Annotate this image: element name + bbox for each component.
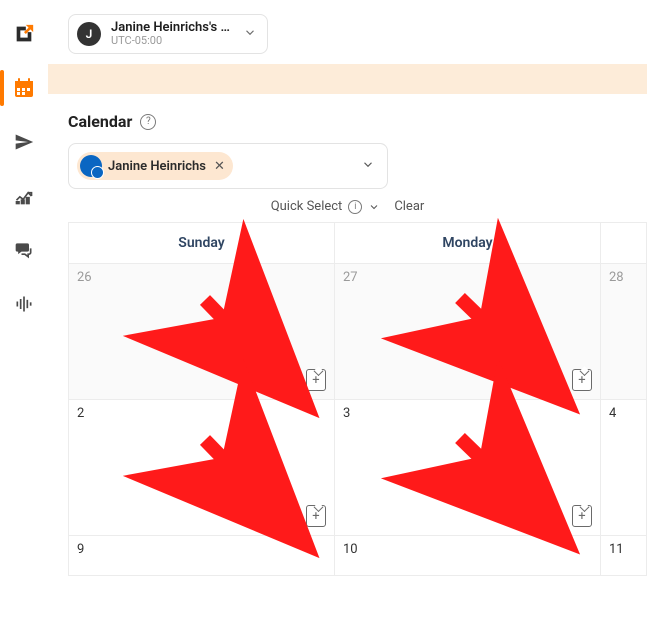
filter-selector[interactable]: Janine Heinrichs ✕	[68, 143, 388, 189]
calendar-cell[interactable]: 11	[601, 536, 647, 576]
account-name: Janine Heinrichs's …	[111, 21, 230, 35]
calendar-grid: Sunday Monday 26+27+282+3+491011	[68, 222, 647, 576]
day-number: 9	[77, 542, 84, 557]
page-header: Calendar ?	[48, 94, 647, 143]
calendar-cell[interactable]: 26 +	[69, 264, 335, 400]
help-icon[interactable]: ?	[140, 114, 156, 130]
add-post-button[interactable]: +	[572, 505, 592, 527]
day-number: 2	[77, 406, 84, 421]
sidebar-item-audio[interactable]	[6, 286, 42, 322]
day-number: 3	[343, 406, 350, 421]
sidebar-item-calendar[interactable]	[6, 70, 42, 106]
sidebar	[0, 0, 48, 628]
account-timezone: UTC-05:00	[111, 35, 230, 47]
person-name: Janine Heinrichs	[108, 159, 206, 174]
day-header-partial	[601, 223, 647, 264]
calendar-cell[interactable]: 27 +	[335, 264, 601, 400]
day-number: 11	[609, 542, 624, 557]
account-avatar: J	[77, 22, 101, 46]
topbar: J Janine Heinrichs's … UTC-05:00	[48, 0, 647, 64]
person-avatar	[80, 155, 102, 177]
sidebar-item-conversations[interactable]	[6, 232, 42, 268]
calendar-cell[interactable]: 10	[335, 536, 601, 576]
day-number: 28	[609, 270, 624, 285]
add-post-button[interactable]: +	[306, 369, 326, 391]
sidebar-item-send[interactable]	[6, 124, 42, 160]
chevron-down-icon	[368, 201, 380, 213]
remove-person-icon[interactable]: ✕	[214, 159, 225, 174]
day-header-monday: Monday	[335, 223, 601, 264]
day-header-sunday: Sunday	[69, 223, 335, 264]
calendar-cell[interactable]: 4	[601, 400, 647, 536]
clear-button[interactable]: Clear	[394, 199, 424, 214]
calendar-cell[interactable]: 9	[69, 536, 335, 576]
day-number: 4	[609, 406, 616, 421]
day-number: 26	[77, 270, 92, 285]
calendar-cell[interactable]: 3+	[335, 400, 601, 536]
calendar-cell[interactable]: 2+	[69, 400, 335, 536]
chevron-down-icon	[361, 157, 375, 176]
day-number: 10	[343, 542, 358, 557]
notice-band	[48, 64, 647, 94]
person-chip: Janine Heinrichs ✕	[77, 152, 233, 180]
info-icon: i	[348, 200, 362, 214]
add-post-button[interactable]: +	[572, 369, 592, 391]
sidebar-item-logo[interactable]	[6, 16, 42, 52]
quick-select-row: Quick Select i Clear	[68, 199, 627, 214]
add-post-button[interactable]: +	[306, 505, 326, 527]
chevron-down-icon	[243, 25, 257, 44]
quick-select-button[interactable]: Quick Select i	[271, 199, 381, 214]
account-selector[interactable]: J Janine Heinrichs's … UTC-05:00	[68, 14, 268, 54]
day-number: 27	[343, 270, 358, 285]
page-title: Calendar	[68, 112, 132, 131]
sidebar-item-analytics[interactable]	[6, 178, 42, 214]
quick-select-label: Quick Select	[271, 199, 343, 214]
calendar-cell[interactable]: 28	[601, 264, 647, 400]
